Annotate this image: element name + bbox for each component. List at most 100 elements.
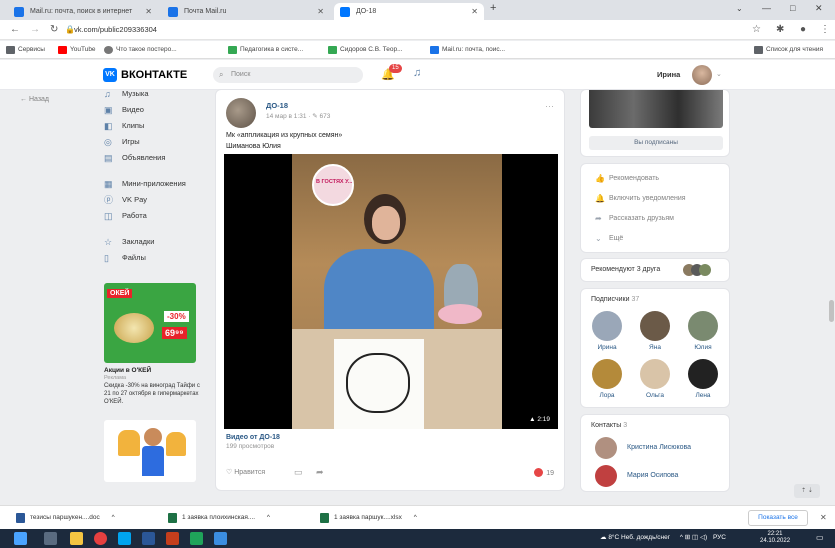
contact-item[interactable]: Мария Осипова (595, 465, 678, 487)
subscriber-item[interactable]: Лора (587, 359, 627, 399)
ad-banner[interactable]: ОКЕЙ -30% 69⁹⁹ (104, 283, 196, 363)
star-icon[interactable]: ☆ (752, 23, 761, 37)
avatar[interactable] (692, 65, 712, 85)
ad-illustration[interactable] (104, 420, 196, 482)
user-name[interactable]: Ирина (657, 70, 680, 79)
chevron-up-icon[interactable]: ^ (112, 514, 115, 521)
close-window-icon[interactable]: ✕ (815, 3, 823, 14)
post-date[interactable]: 14 мар в 1:31 · ✎ 673 (266, 112, 330, 120)
file-explorer-icon[interactable] (70, 532, 83, 545)
ad-title[interactable]: Акции в О'КЕЙ (104, 367, 151, 374)
tab-search-icon[interactable]: ⌄ (736, 4, 743, 13)
extensions-icon[interactable]: ✱ (776, 23, 784, 37)
download-item[interactable]: 1 заявка плоихинская.... ^ (168, 513, 270, 523)
music-icon[interactable]: ♫ (413, 67, 421, 79)
subscriber-item[interactable]: Ольга (635, 359, 675, 399)
menu-item-files[interactable]: ▯ Файлы (104, 252, 146, 264)
search-input[interactable]: ⌕ Поиск (213, 67, 363, 83)
recommend-friends-card[interactable]: Рекомендуют 3 друга (580, 258, 730, 282)
menu-dots-icon[interactable]: ⋮ (820, 23, 830, 37)
bear-outline (346, 353, 410, 413)
new-tab-button[interactable]: + (490, 2, 496, 14)
post-author-avatar[interactable] (226, 98, 256, 128)
clock[interactable]: 22:21 24.10.2022 (760, 531, 790, 545)
reload-icon[interactable]: ↻ (50, 23, 58, 37)
subscriber-item[interactable]: Яна (635, 311, 675, 351)
close-tab-icon[interactable]: ✕ (145, 3, 152, 20)
menu-item-work[interactable]: ◫ Работа (104, 210, 147, 222)
close-downloads-icon[interactable]: ✕ (820, 513, 827, 522)
menu-item-bookmarks[interactable]: ☆ Закладки (104, 236, 154, 248)
recommend-action[interactable]: 👍 Рекомендовать (595, 174, 659, 184)
windows-start-icon[interactable] (14, 532, 27, 545)
url-field[interactable]: vk.com/public209336304 (74, 23, 724, 37)
chevron-up-icon[interactable]: ^ (414, 514, 417, 521)
scrollbar-thumb[interactable] (829, 300, 834, 322)
chevron-down-icon: ⌄ (595, 234, 602, 243)
thumbs-up-icon (118, 430, 140, 456)
reading-list-label: Список для чтения (766, 46, 823, 53)
vk-brand[interactable]: ВКОНТАКТЕ (121, 68, 187, 82)
download-item[interactable]: 1 заявка паршук....xlsx ^ (320, 513, 417, 523)
close-tab-icon[interactable]: ✕ (317, 3, 324, 20)
browser-tab-vk[interactable]: ДО-18 ✕ (334, 3, 484, 20)
download-item[interactable]: тезисы паршукен....doc ^ (16, 513, 115, 523)
like-button[interactable]: ♡ Нравится (226, 468, 265, 476)
bookmark-pedagogy[interactable]: Педагогика в систе... (228, 45, 303, 55)
bookmark-services[interactable]: Сервисы (6, 45, 45, 55)
back-link[interactable]: ← Назад (20, 96, 49, 103)
subscriber-item[interactable]: Ирина (587, 311, 627, 351)
video-player[interactable]: В ГОСТЯХ У... ▲ 2:19 (224, 154, 558, 429)
tell-friends-action[interactable]: ➦ Рассказать друзьям (595, 214, 674, 224)
skype-icon[interactable] (118, 532, 131, 545)
notifications-action[interactable]: 🔔 Включить уведомления (595, 194, 686, 204)
show-all-downloads-button[interactable]: Показать все (748, 510, 808, 526)
chevron-down-icon[interactable]: ⌄ (716, 70, 722, 78)
photos-icon[interactable] (190, 532, 203, 545)
subscribed-button[interactable]: Вы подписаны (589, 136, 723, 150)
browser-tab-mail[interactable]: Почта Mail.ru ✕ (162, 3, 330, 20)
language-indicator[interactable]: РУС (713, 534, 726, 541)
post-author[interactable]: ДО-18 (266, 101, 288, 110)
profile-icon[interactable]: ● (800, 23, 806, 37)
scroll-top-icon[interactable]: ⇡ ⇣ (794, 484, 820, 498)
subscriber-item[interactable]: Юлия (683, 311, 723, 351)
menu-item-ads[interactable]: ▤ Объявления (104, 152, 165, 164)
menu-item-games[interactable]: ◎ Игры (104, 136, 140, 148)
subscribers-title[interactable]: Подписчики 37 (591, 296, 639, 303)
back-arrow-icon[interactable]: ← (10, 23, 20, 37)
forward-arrow-icon[interactable]: → (30, 23, 40, 37)
chevron-up-icon[interactable]: ^ (267, 514, 270, 521)
bookmark-poster[interactable]: Что такое постерo... (104, 45, 177, 55)
task-view-icon[interactable] (44, 532, 57, 545)
weather-text[interactable]: 8°C Неб. дождь/снег (608, 534, 670, 541)
reading-list[interactable]: Список для чтения (754, 45, 823, 55)
subscriber-item[interactable]: Лена (683, 359, 723, 399)
chrome-icon[interactable] (94, 532, 107, 545)
video-title[interactable]: Видео от ДО-18 (226, 434, 280, 441)
menu-item-clips[interactable]: ◧ Клипы (104, 120, 144, 132)
more-options-icon[interactable]: ··· (545, 101, 554, 111)
bookmark-youtube[interactable]: YouTube (58, 45, 96, 55)
browser-tab-mail-search[interactable]: Mail.ru: почта, поиск в интернет ✕ (8, 3, 158, 20)
bookmark-mailru[interactable]: Mail.ru: почта, поис... (430, 45, 505, 55)
comment-icon[interactable]: ▭ (294, 467, 303, 478)
menu-item-music[interactable]: ♫ Музыка (104, 88, 149, 100)
close-tab-icon[interactable]: ✕ (471, 3, 478, 20)
powerpoint-icon[interactable] (166, 532, 179, 545)
share-icon[interactable]: ➦ (316, 467, 324, 478)
maximize-icon[interactable]: □ (790, 3, 795, 13)
bookmark-sidorov[interactable]: Сидоров С.В. Теор... (328, 45, 403, 55)
notifications-icon[interactable]: ▭ (816, 533, 824, 542)
vk-logo[interactable]: VK (103, 68, 117, 82)
contact-item[interactable]: Кристина Лисюкова (595, 437, 691, 459)
word-icon[interactable] (142, 532, 155, 545)
minimize-icon[interactable]: — (762, 3, 771, 13)
app-icon[interactable] (214, 532, 227, 545)
menu-item-vkpay[interactable]: ⓟ VK Pay (104, 194, 147, 206)
menu-item-video[interactable]: ▣ Видео (104, 104, 144, 116)
more-action[interactable]: ⌄ Ещё (595, 234, 623, 244)
menu-item-apps[interactable]: ▦ Мини-приложения (104, 178, 186, 190)
contacts-title[interactable]: Контакты 3 (591, 422, 627, 429)
tray-icons[interactable]: ^ ⊞ ◫ ◁) (680, 534, 707, 541)
